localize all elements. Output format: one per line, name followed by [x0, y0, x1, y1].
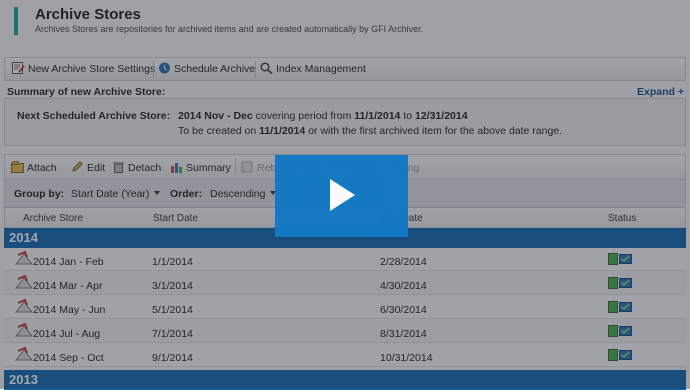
play-icon [330, 179, 355, 211]
video-play-button[interactable] [275, 155, 408, 237]
